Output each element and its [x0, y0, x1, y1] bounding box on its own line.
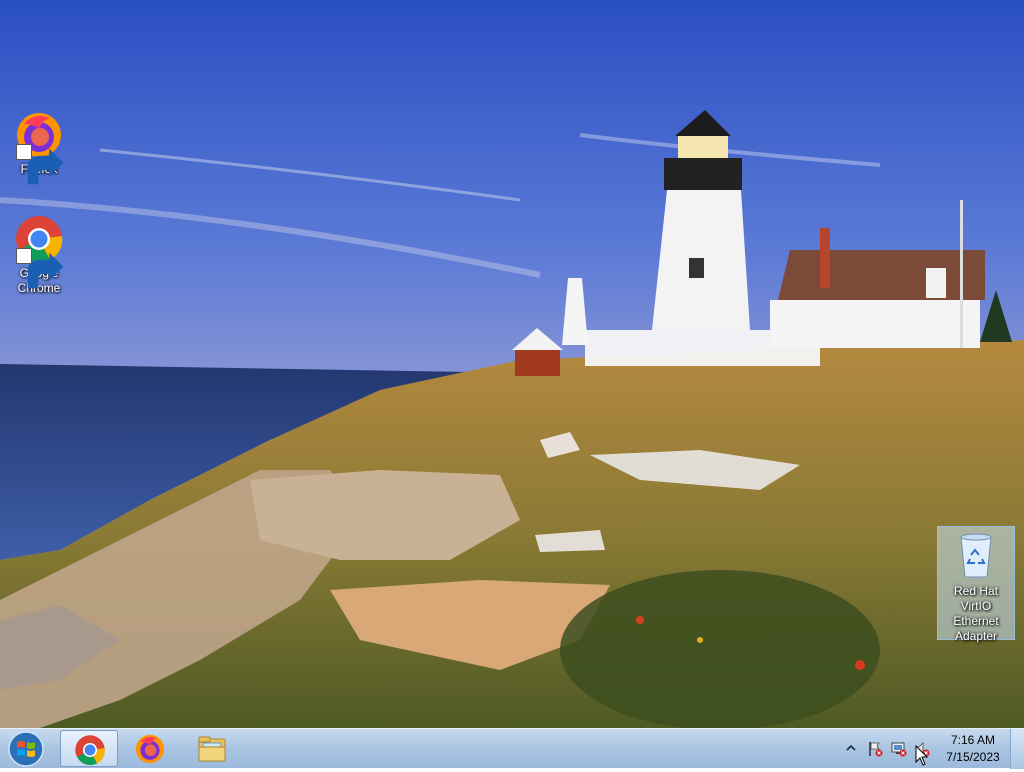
chrome-icon — [14, 214, 64, 289]
recycle-bin-label: Red Hat VirtIO Ethernet Adapter — [953, 584, 999, 643]
shortcut-arrow-icon — [16, 248, 64, 289]
taskbar-file-explorer-button[interactable] — [183, 730, 241, 767]
clock-date: 7/15/2023 — [946, 750, 1000, 764]
taskbar-chrome-button[interactable] — [60, 730, 118, 767]
desktop-wallpaper — [0, 0, 1024, 728]
firefox-icon — [135, 734, 165, 764]
windows-start-icon — [8, 731, 44, 767]
chrome-icon — [75, 735, 105, 766]
file-explorer-icon — [198, 736, 226, 762]
desktop-icon-recycle-bin[interactable]: Red Hat VirtIO Ethernet Adapter — [937, 526, 1015, 643]
shortcut-arrow-icon — [16, 144, 64, 185]
system-clock[interactable]: 7:16 AM 7/15/2023 — [938, 732, 1008, 766]
taskbar-firefox-button[interactable] — [121, 730, 179, 767]
network-disconnected-icon[interactable] — [891, 741, 907, 757]
show-desktop-button[interactable] — [1010, 729, 1024, 769]
recycle-bin-icon — [960, 533, 992, 578]
show-hidden-icons-chevron[interactable] — [845, 742, 857, 754]
desktop-icon-firefox[interactable]: Firefox — [1, 110, 77, 185]
mouse-cursor-icon — [915, 745, 929, 766]
desktop-icon-google-chrome[interactable]: Google Chrome — [1, 214, 77, 296]
action-center-flag-icon[interactable] — [867, 741, 883, 757]
firefox-icon — [14, 110, 64, 185]
taskbar: 7:16 AM 7/15/2023 — [0, 728, 1024, 769]
start-button[interactable] — [6, 731, 46, 767]
clock-time: 7:16 AM — [950, 733, 996, 747]
